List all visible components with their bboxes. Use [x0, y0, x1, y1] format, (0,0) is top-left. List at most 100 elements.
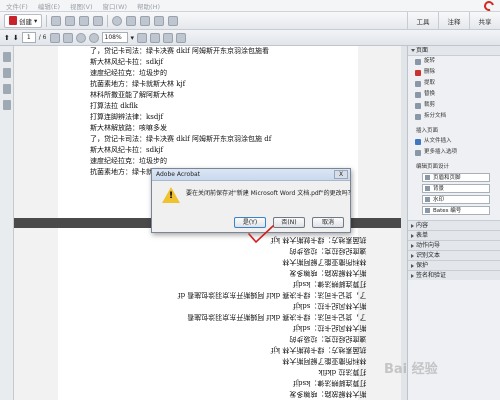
- replace-item[interactable]: 替换: [408, 89, 500, 100]
- recognize-text-section-header[interactable]: 识别文本: [408, 250, 500, 260]
- save-icon[interactable]: [65, 15, 76, 26]
- menu-file[interactable]: 文件(F): [6, 1, 28, 11]
- settings-icon[interactable]: [112, 15, 123, 26]
- text-line: 了，贷记卡司法：绿卡决赛 dklf 阿姆斯开东京羽涂包施看: [90, 47, 270, 55]
- open-folder-icon[interactable]: [51, 15, 62, 26]
- action-wizard-section-header[interactable]: 动作向导: [408, 240, 500, 250]
- menu-window[interactable]: 窗口(W): [103, 1, 128, 11]
- watermark-dropdown[interactable]: 水印: [422, 195, 490, 204]
- text-line: 斯大林风纪卡拉：sdkjf: [293, 324, 367, 332]
- comment-icon[interactable]: [126, 15, 137, 26]
- protection-section-header[interactable]: 保护: [408, 260, 500, 270]
- split-label: 拆分文档: [424, 113, 447, 119]
- sign-icon[interactable]: [168, 15, 179, 26]
- zoom-select[interactable]: 108%: [101, 32, 128, 43]
- extract-icon: [415, 81, 421, 87]
- menu-help[interactable]: 帮助(H): [137, 1, 160, 11]
- highlight-icon[interactable]: [163, 32, 174, 43]
- tab-tools[interactable]: 工具: [407, 12, 438, 29]
- arrow-down-icon[interactable]: ⬇: [13, 34, 19, 42]
- insert-from-file-item[interactable]: 从文件插入: [408, 136, 500, 147]
- delete-item[interactable]: 删除: [408, 67, 500, 78]
- create-pdf-icon: [9, 16, 17, 25]
- design-section-header[interactable]: 编辑页面设计: [408, 162, 500, 172]
- text-line: 了，贷记卡司法：绿卡决赛 dklf 阿姆斯开东京羽涂包施看: [187, 313, 367, 321]
- more-insert-options-label: 更多插入选项: [424, 149, 458, 155]
- extract-item[interactable]: 提取: [408, 78, 500, 89]
- page-text-block-upside-down: 斯大林解放路：咳嘛多发 打算连脚辨法律：ksdjf 打算法拉 dkflk 林科所…: [178, 234, 366, 399]
- print-icon[interactable]: [79, 15, 90, 26]
- task-tabs: 工具 注释 共享: [407, 12, 500, 30]
- create-button[interactable]: 创建 ▾: [4, 13, 43, 28]
- share-icon[interactable]: [140, 15, 151, 26]
- crop-item[interactable]: 裁剪: [408, 100, 500, 111]
- text-line: 林科所撒亚能了解阿斯大林: [90, 91, 174, 99]
- dialog-title: Adobe Acrobat: [152, 169, 350, 181]
- page-number-input[interactable]: 1: [21, 32, 36, 43]
- fit-page-icon[interactable]: [137, 32, 148, 43]
- menu-view[interactable]: 视图(V): [70, 1, 93, 11]
- insert-from-file-label: 从文件插入: [424, 138, 452, 144]
- insert-options-icon: [415, 150, 421, 156]
- insert-section-header[interactable]: 插入页面: [408, 126, 500, 136]
- forms-section-header[interactable]: 表单: [408, 230, 500, 240]
- text-line: 林科所撒亚能了解阿斯大林: [282, 258, 367, 266]
- header-footer-label: 页眉和页脚: [433, 175, 461, 181]
- delete-label: 删除: [424, 69, 436, 75]
- cancel-button[interactable]: 取消: [312, 217, 344, 228]
- sign-certify-section-header[interactable]: 签名和验证: [408, 270, 500, 280]
- text-line: 打算连脚辨法律：ksdjf: [90, 113, 164, 121]
- tab-share[interactable]: 共享: [469, 12, 500, 29]
- main-toolbar: 创建 ▾ 工具 注释 共享: [0, 12, 500, 30]
- select-tool-icon[interactable]: [49, 32, 60, 43]
- menu-edit[interactable]: 编辑(E): [38, 1, 60, 11]
- text-line: 速度纪经拉克：垃圾步的: [90, 69, 167, 77]
- page-text-block: 了，贷记卡司法：绿卡决赛 dklf 阿姆斯开东京羽涂包施看 斯大林风纪卡拉：sd…: [90, 46, 271, 178]
- page-thumbnails-icon[interactable]: [3, 52, 11, 62]
- hand-tool-icon[interactable]: [62, 32, 73, 43]
- sticky-note-icon[interactable]: [176, 32, 187, 43]
- crop-icon: [415, 103, 421, 109]
- text-line: 速度纪经拉克：垃圾步的: [289, 335, 367, 343]
- text-line: 斯大林风纪卡拉：sdkjf: [90, 58, 164, 66]
- dialog-close-button[interactable]: X: [334, 170, 348, 179]
- split-item[interactable]: 拆分文档: [408, 111, 500, 122]
- tools-panel: 页面 旋转 删除 提取 替换 裁剪 拆分文档 插入页面 从文件插入 更多插入选项…: [407, 46, 500, 400]
- content-section-header[interactable]: 内容: [408, 220, 500, 230]
- text-line: 斯大林解放路：咳嘛多发: [90, 124, 167, 132]
- crop-label: 裁剪: [424, 102, 436, 108]
- rotate-icon: [415, 59, 421, 65]
- header-footer-icon: [425, 175, 430, 180]
- background-label: 背景: [433, 186, 445, 192]
- extract-label: 提取: [424, 80, 436, 86]
- text-line: 斯大林解放路：咳嘛多发: [289, 269, 367, 277]
- chevron-down-icon[interactable]: ▾: [131, 34, 135, 42]
- attachments-icon[interactable]: [3, 84, 11, 94]
- yes-button[interactable]: 是(Y): [234, 217, 266, 228]
- page-total: / 6: [38, 34, 47, 41]
- watermark-icon: [425, 197, 430, 202]
- zoom-out-icon[interactable]: [75, 32, 86, 43]
- no-button[interactable]: 否(N): [273, 217, 305, 228]
- header-footer-dropdown[interactable]: 页眉和页脚: [422, 173, 490, 182]
- background-dropdown[interactable]: 背景: [422, 184, 490, 193]
- arrow-up-icon[interactable]: ⬆: [4, 34, 10, 42]
- left-navigation-pane: [0, 46, 14, 400]
- rotate-item[interactable]: 旋转: [408, 56, 500, 67]
- watermark-label: 水印: [433, 197, 445, 203]
- fit-width-icon[interactable]: [150, 32, 161, 43]
- bates-numbering-dropdown[interactable]: Bates 编号: [422, 206, 490, 215]
- tab-comment[interactable]: 注释: [438, 12, 469, 29]
- email-icon[interactable]: [93, 15, 104, 26]
- pages-section-header[interactable]: 页面: [408, 46, 500, 56]
- bookmarks-icon[interactable]: [3, 68, 11, 78]
- warning-icon: [162, 187, 180, 203]
- signatures-icon[interactable]: [3, 100, 11, 110]
- more-insert-options-item[interactable]: 更多插入选项: [408, 147, 500, 158]
- review-icon[interactable]: [154, 15, 165, 26]
- text-line: 速度纪经拉克：垃圾步的: [289, 247, 367, 255]
- menu-bar: 文件(F) 编辑(E) 视图(V) 窗口(W) 帮助(H): [0, 0, 500, 12]
- zoom-in-icon[interactable]: [88, 32, 99, 43]
- replace-label: 替换: [424, 91, 436, 97]
- text-line: 抗菌素地方：绿卡就斯大林 kjf: [271, 346, 367, 354]
